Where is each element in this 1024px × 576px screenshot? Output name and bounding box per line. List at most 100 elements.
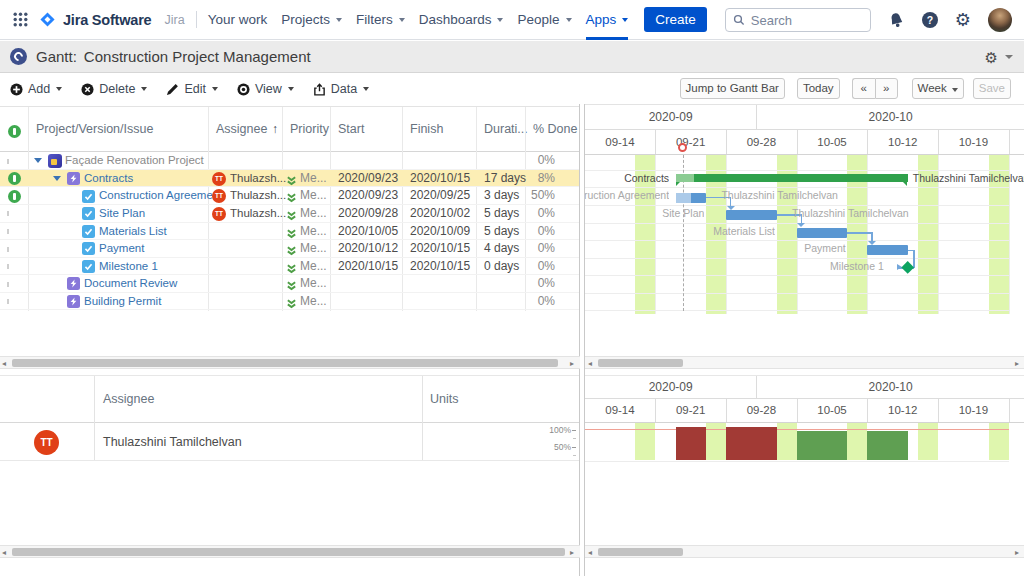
- gantt-bar-right-label: Thulazshini Tamilchelvan: [792, 205, 909, 223]
- issue-name[interactable]: Document Review: [84, 275, 177, 293]
- table-row[interactable]: Construction AgreementTTThulazsh...Me...…: [0, 187, 579, 205]
- column-header-units[interactable]: Units: [430, 376, 458, 422]
- toolbar-menu-delete[interactable]: Delete: [81, 82, 147, 96]
- issue-name[interactable]: Payment: [99, 240, 144, 258]
- timeline-month-label: 2020-10: [756, 376, 1024, 399]
- nav-item-people[interactable]: People: [517, 0, 571, 40]
- histogram-bar-ok[interactable]: [867, 431, 907, 461]
- jira-logo-icon[interactable]: [39, 11, 56, 28]
- summary-bar[interactable]: [676, 174, 908, 182]
- issue-name[interactable]: Materials List: [99, 223, 167, 241]
- help-icon[interactable]: ?: [922, 12, 938, 28]
- column-header-assignee[interactable]: Assignee: [216, 107, 267, 151]
- gantt-chart-pane: 2020-092020-1009-1409-2109-2810-0510-121…: [584, 104, 1024, 370]
- scrollbar-thumb[interactable]: [598, 359, 683, 368]
- user-avatar[interactable]: [988, 8, 1012, 32]
- issue-name[interactable]: Site Plan: [99, 205, 145, 223]
- histogram-bar-ok[interactable]: [797, 431, 848, 461]
- issue-name[interactable]: Milestone 1: [99, 258, 158, 276]
- scrollbar-thumb[interactable]: [598, 548, 683, 557]
- search-input[interactable]: Search: [725, 8, 871, 32]
- timeline-week-row: 09-1409-2109-2810-0510-1210-19: [585, 130, 1024, 155]
- project-avatar-icon: [48, 154, 62, 168]
- percent-done: 0%: [495, 275, 555, 293]
- chevron-down-icon: [952, 88, 958, 92]
- gantt-bar-left-label: Site Plan: [584, 205, 704, 223]
- horizontal-scrollbar[interactable]: ◂▸: [585, 545, 1024, 558]
- nav-item-filters[interactable]: Filters: [356, 0, 405, 40]
- histogram-bar-over[interactable]: [676, 427, 706, 461]
- task-bar[interactable]: [676, 193, 706, 203]
- task-bar[interactable]: [726, 210, 777, 220]
- column-header-assignee[interactable]: Assignee: [103, 376, 154, 422]
- toolbar-menu-view[interactable]: View: [237, 82, 294, 96]
- create-button[interactable]: Create: [644, 7, 707, 32]
- toolbar-menus: Add Delete Edit View Data: [10, 74, 388, 104]
- scrollbar-left-arrow[interactable]: ◂: [588, 548, 592, 557]
- summary-cap-left: [676, 182, 680, 186]
- table-row[interactable]: Milestone 1Me...2020/10/152020/10/150 da…: [0, 258, 579, 276]
- issue-name[interactable]: Building Permit: [84, 293, 161, 311]
- issue-name[interactable]: Construction Agreement: [99, 187, 222, 205]
- nav-item-projects[interactable]: Projects: [281, 0, 342, 40]
- column-header-durati-[interactable]: Durati...: [484, 107, 528, 151]
- horizontal-scrollbar[interactable]: ◂▸: [0, 356, 580, 369]
- column-header-project-version-issue[interactable]: Project/Version/Issue: [36, 107, 153, 151]
- toolbar-button-save[interactable]: Save: [973, 78, 1011, 99]
- column-header-priority[interactable]: Priority: [290, 107, 329, 151]
- table-row[interactable]: Document ReviewMe...0%: [0, 275, 579, 293]
- toolbar-button-»[interactable]: »: [875, 78, 898, 99]
- scrollbar-left-arrow[interactable]: ◂: [588, 359, 592, 368]
- scrollbar-left-arrow[interactable]: ◂: [2, 359, 6, 368]
- nav-item-apps[interactable]: Apps: [586, 0, 629, 40]
- toolbar-menu-data[interactable]: Data: [313, 82, 369, 96]
- row-drag-tick: [7, 264, 9, 269]
- units-scale-tick: [572, 447, 576, 448]
- table-row[interactable]: Site PlanTTThulazsh...Me...2020/09/28202…: [0, 205, 579, 223]
- expander-icon[interactable]: [34, 158, 42, 163]
- toolbar-button-today[interactable]: Today: [797, 78, 840, 99]
- finish-date: 2020/09/25: [410, 187, 470, 205]
- horizontal-scrollbar[interactable]: ◂▸: [585, 356, 1024, 369]
- toolbar-menu-edit[interactable]: Edit: [166, 82, 218, 96]
- scrollbar-right-arrow[interactable]: ▸: [1015, 359, 1019, 368]
- nav-item-dashboards[interactable]: Dashboards: [419, 0, 504, 40]
- nav-divider: [196, 11, 197, 28]
- row-gridline: [585, 293, 1009, 294]
- notifications-icon[interactable]: [888, 12, 905, 29]
- gadget-settings-gear-icon[interactable]: ⚙: [985, 49, 998, 67]
- settings-icon[interactable]: ⚙: [955, 11, 971, 29]
- histogram-bar-over[interactable]: [726, 427, 777, 461]
- scrollbar-thumb[interactable]: [12, 548, 565, 557]
- table-row[interactable]: Building PermitMe...0%: [0, 293, 579, 311]
- scrollbar-thumb[interactable]: [12, 359, 558, 368]
- table-row[interactable]: Materials ListMe...2020/10/052020/10/095…: [0, 223, 579, 241]
- toolbar-button-«[interactable]: «: [852, 78, 875, 99]
- scrollbar-left-arrow[interactable]: ◂: [2, 548, 6, 557]
- gadget-settings-caret-icon[interactable]: [1005, 55, 1013, 59]
- column-header-finish[interactable]: Finish: [410, 107, 443, 151]
- toolbar-button-week[interactable]: Week: [912, 78, 964, 99]
- product-name[interactable]: Jira Software: [63, 12, 151, 28]
- top-navigation: Jira Software Jira Your workProjectsFilt…: [0, 0, 1024, 40]
- issue-name[interactable]: Contracts: [84, 170, 133, 188]
- scrollbar-right-arrow[interactable]: ▸: [1015, 548, 1019, 557]
- scrollbar-right-arrow[interactable]: ▸: [570, 359, 574, 368]
- column-header-start[interactable]: Start: [338, 107, 364, 151]
- table-header: Project/Version/IssueAssignee↑PrioritySt…: [0, 106, 579, 152]
- table-row[interactable]: Façade Renovation Project0%: [0, 152, 579, 170]
- toolbar-button-jump-to-gantt-bar[interactable]: Jump to Gantt Bar: [680, 78, 785, 99]
- issue-name[interactable]: Façade Renovation Project: [65, 152, 204, 170]
- app-switcher-icon[interactable]: [13, 12, 28, 27]
- horizontal-scrollbar[interactable]: ◂▸: [0, 545, 580, 558]
- task-bar[interactable]: [867, 245, 907, 255]
- column-header--done[interactable]: % Done: [533, 107, 577, 151]
- expander-icon[interactable]: [53, 176, 61, 181]
- scrollbar-right-arrow[interactable]: ▸: [570, 548, 574, 557]
- nav-item-your-work[interactable]: Your work: [208, 0, 268, 40]
- table-row[interactable]: ContractsTTThulazsh...Me...2020/09/23202…: [0, 170, 579, 188]
- jira-gantt-app: Jira Software Jira Your workProjectsFilt…: [0, 0, 1024, 576]
- toolbar-menu-add[interactable]: Add: [10, 82, 62, 96]
- task-bar[interactable]: [797, 228, 848, 238]
- table-row[interactable]: PaymentMe...2020/10/122020/10/154 days0%: [0, 240, 579, 258]
